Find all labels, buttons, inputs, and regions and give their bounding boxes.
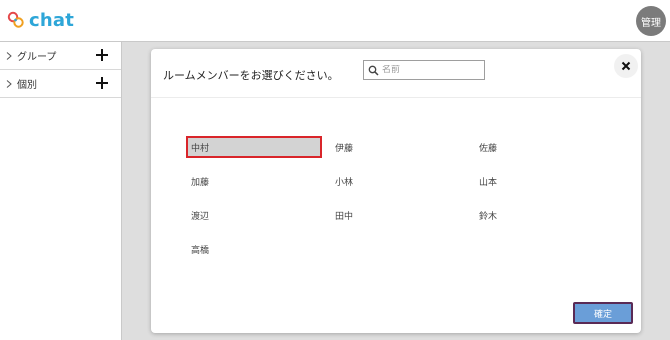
member-item-takahashi[interactable]: 高橋	[186, 238, 322, 260]
plus-icon[interactable]	[95, 48, 109, 62]
member-name: 渡辺	[191, 211, 210, 222]
member-item-kato[interactable]: 加藤	[186, 170, 322, 192]
member-name: 小林	[335, 177, 354, 188]
dialog-header: ルームメンバーをお選びください。	[151, 49, 641, 98]
member-item-ito[interactable]: 伊藤	[330, 136, 466, 158]
chevron-right-icon	[6, 79, 12, 88]
app-logo[interactable]: chat	[6, 8, 74, 32]
search-field[interactable]	[363, 60, 485, 80]
chevron-right-icon	[6, 51, 12, 60]
sidebar-item-label: グループ	[17, 52, 57, 63]
sidebar-item-group[interactable]: グループ	[0, 42, 121, 70]
member-item-nakamura[interactable]: 中村	[186, 136, 322, 158]
member-name: 鈴木	[479, 211, 498, 222]
member-name: 山本	[479, 177, 498, 188]
app-page: chat 管理 グループ 個別 ルームメンバーをお選びください。 名前 中村 伊…	[0, 0, 670, 340]
member-name: 佐藤	[479, 143, 498, 154]
sidebar: グループ 個別	[0, 42, 122, 340]
app-name: chat	[29, 9, 75, 31]
dialog-title: ルームメンバーをお選びください。	[163, 69, 339, 82]
plus-icon[interactable]	[95, 76, 109, 90]
member-item-suzuki[interactable]: 鈴木	[474, 204, 610, 226]
member-name: 高橋	[191, 245, 210, 256]
member-item-watanabe[interactable]: 渡辺	[186, 204, 322, 226]
member-select-dialog: ルームメンバーをお選びください。 中村 伊藤 佐	[151, 49, 641, 333]
confirm-button[interactable]: 確定	[573, 302, 633, 324]
admin-button[interactable]: 管理	[636, 6, 666, 36]
member-name: 伊藤	[335, 143, 354, 154]
member-name: 田中	[335, 211, 354, 222]
member-item-yamamoto[interactable]: 山本	[474, 170, 610, 192]
search-input[interactable]	[382, 65, 478, 75]
member-item-tanaka[interactable]: 田中	[330, 204, 466, 226]
member-item-sato[interactable]: 佐藤	[474, 136, 610, 158]
close-button[interactable]	[614, 54, 638, 78]
sidebar-item-individual[interactable]: 個別	[0, 70, 121, 98]
member-name: 中村	[191, 143, 210, 154]
app-header: chat 管理	[0, 0, 670, 42]
close-icon	[621, 61, 631, 71]
member-item-kobayashi[interactable]: 小林	[330, 170, 466, 192]
sidebar-item-label: 個別	[17, 80, 37, 91]
chat-logo-icon	[7, 11, 24, 28]
search-icon	[368, 65, 379, 76]
member-name: 加藤	[191, 177, 210, 188]
